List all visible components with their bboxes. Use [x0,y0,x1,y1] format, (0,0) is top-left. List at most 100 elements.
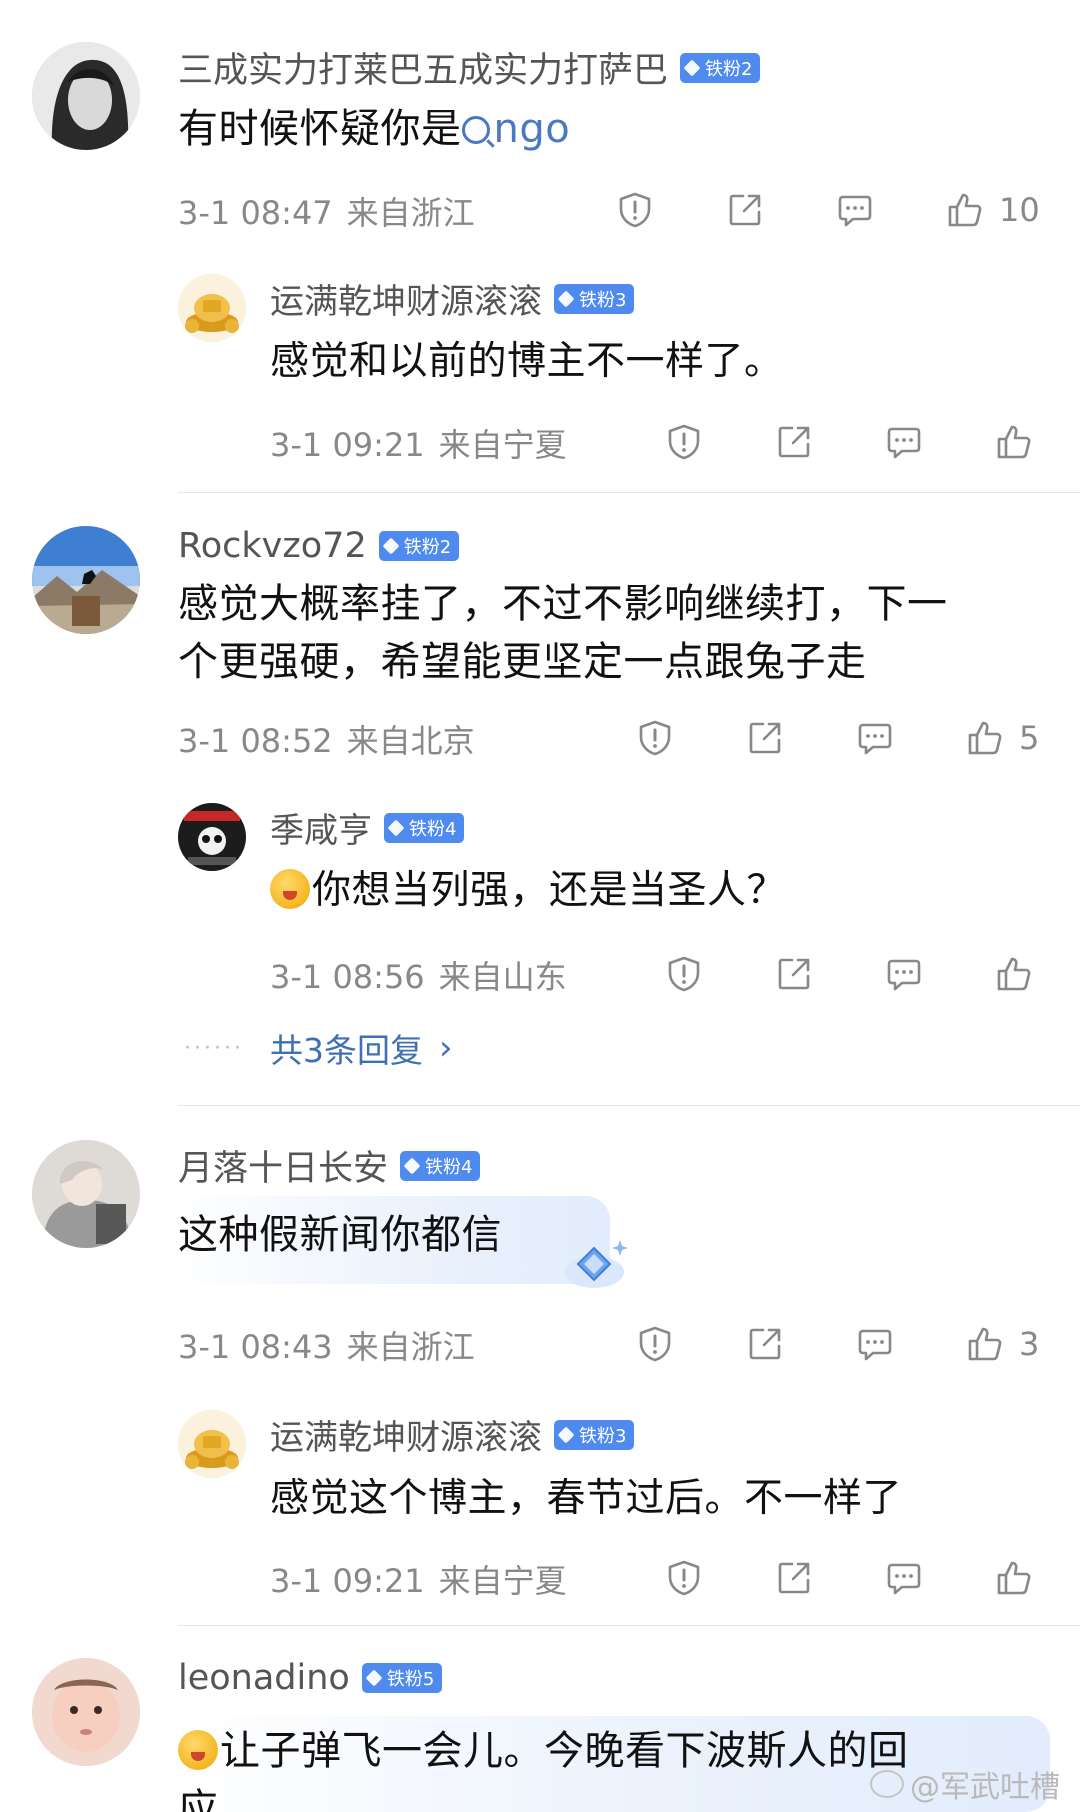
username[interactable]: 月落十日长安 [178,1140,388,1191]
comment-icon [887,1563,921,1595]
username[interactable]: leonadino [178,1658,350,1698]
share-button[interactable] [774,952,814,996]
comment-button[interactable] [855,716,895,760]
badge-label: 铁粉2 [705,58,753,80]
comment-button[interactable] [884,420,924,464]
action-bar: 3 [0,1322,1080,1366]
username[interactable]: 三成实力打莱巴五成实力打萨巴 [178,42,668,93]
report-button[interactable] [664,1556,704,1600]
like-button[interactable]: 10 [945,188,1040,232]
fan-badge: 铁粉3 [554,1419,635,1450]
badge-label: 铁粉4 [409,818,457,840]
comment-text-line: 感觉大概率挂了，不过不影响继续打，下一 [178,581,948,627]
comment-text: 这种假新闻你都信 [178,1212,502,1258]
like-button[interactable]: 3 [965,1322,1039,1366]
share-button[interactable] [745,1322,785,1366]
fan-badge: 铁粉2 [680,52,761,83]
thumbs-up-icon [968,721,1002,755]
reply-text: 感觉这个博主，春节过后。不一样了 [270,1476,903,1521]
comment-icon [838,195,872,227]
avatar[interactable] [178,274,246,342]
action-bar [0,420,1080,464]
share-button[interactable] [774,1556,814,1600]
comment-header: leonadino 铁粉5 [178,1658,443,1698]
fan-badge: 铁粉4 [384,812,465,843]
reply-header: 运满乾坤财源滚滚 铁粉3 [270,274,635,323]
comment-text-line: 应 [178,1786,219,1812]
fan-badge: 铁粉4 [400,1150,481,1181]
thumbs-up-icon [968,1327,1002,1361]
action-bar [0,1556,1080,1600]
username[interactable]: 季咸亨 [270,803,372,852]
username[interactable]: 运满乾坤财源滚滚 [270,274,542,323]
avatar[interactable] [32,1658,140,1766]
action-bar: 5 [0,716,1080,760]
like-count: 5 [1019,719,1040,757]
username[interactable]: Rockvzo72 [178,526,367,566]
comment-icon [858,1329,892,1361]
view-more-replies-button[interactable]: ······ 共3条回复 › [184,1024,453,1072]
comment-button[interactable] [835,188,875,232]
shield-alert-icon [639,1326,671,1362]
search-link-label: ngo [493,106,571,152]
report-button[interactable] [635,1322,675,1366]
report-button[interactable] [664,420,704,464]
thumbs-up-icon [997,1561,1031,1595]
share-button[interactable] [774,420,814,464]
like-button[interactable]: 5 [965,716,1039,760]
shield-alert-icon [668,424,700,460]
emoji-icon [270,869,310,909]
avatar[interactable] [32,42,140,150]
comment-icon [887,959,921,991]
comment-button[interactable] [884,1556,924,1600]
comment-text: 让子弹飞一会儿。今晚看下波斯人的回 应 [178,1722,909,1812]
share-icon [749,722,781,754]
reply-text-body: 你想当列强，还是当圣人？ [312,868,787,913]
shield-alert-icon [668,1560,700,1596]
shield-alert-icon [619,192,651,228]
diamond-icon [382,537,400,555]
avatar[interactable] [32,1140,140,1248]
avatar[interactable] [32,526,140,634]
like-button[interactable] [994,952,1034,996]
emoji-icon [178,1730,218,1770]
chevron-right-icon: › [438,1028,453,1068]
avatar[interactable] [178,1410,246,1478]
comment-text: 有时候怀疑你是 ngo [178,100,570,158]
comment-button[interactable] [884,952,924,996]
report-button[interactable] [635,716,675,760]
like-button[interactable] [994,420,1034,464]
share-icon [778,1562,810,1594]
badge-label: 铁粉2 [403,537,452,558]
fan-badge: 铁粉5 [361,1663,443,1693]
report-button[interactable] [615,188,655,232]
share-button[interactable] [745,716,785,760]
report-button[interactable] [664,952,704,996]
divider [178,1625,1080,1626]
comment-text-body: 有时候怀疑你是 [178,106,462,152]
weibo-watermark: @军武吐槽 [870,1762,1060,1806]
comment-header: 三成实力打莱巴五成实力打萨巴 铁粉2 [178,42,761,93]
reply-header: 季咸亨 铁粉4 [270,803,465,852]
comment-text-body: 让子弹飞一会儿。今晚看下波斯人的回 [220,1728,909,1774]
comment-text: 感觉大概率挂了，不过不影响继续打，下一 个更强硬，希望能更坚定一点跟兔子走 [178,575,948,691]
divider [178,492,1080,493]
action-bar: 10 [0,188,1080,232]
badge-label: 铁粉3 [579,289,627,311]
share-button[interactable] [725,188,765,232]
thumbs-up-icon [948,193,982,227]
search-link[interactable]: ngo [461,106,571,152]
comments-page: 三成实力打莱巴五成实力打萨巴 铁粉2 有时候怀疑你是 ngo 3-1 08:47 来… [0,0,1080,1812]
badge-label: 铁粉5 [386,1669,435,1690]
avatar[interactable] [178,803,246,871]
watermark-label: @军武吐槽 [910,1770,1060,1805]
share-icon [749,1328,781,1360]
reply-text: 你想当列强，还是当圣人？ [270,862,786,920]
comment-button[interactable] [855,1322,895,1366]
comment-header: Rockvzo72 铁粉2 [178,526,460,566]
diamond-icon [403,1157,421,1174]
fan-badge: 铁粉3 [554,283,635,314]
like-button[interactable] [994,1556,1034,1600]
username[interactable]: 运满乾坤财源滚滚 [270,1410,542,1459]
dots-icon: ······ [184,1035,244,1061]
